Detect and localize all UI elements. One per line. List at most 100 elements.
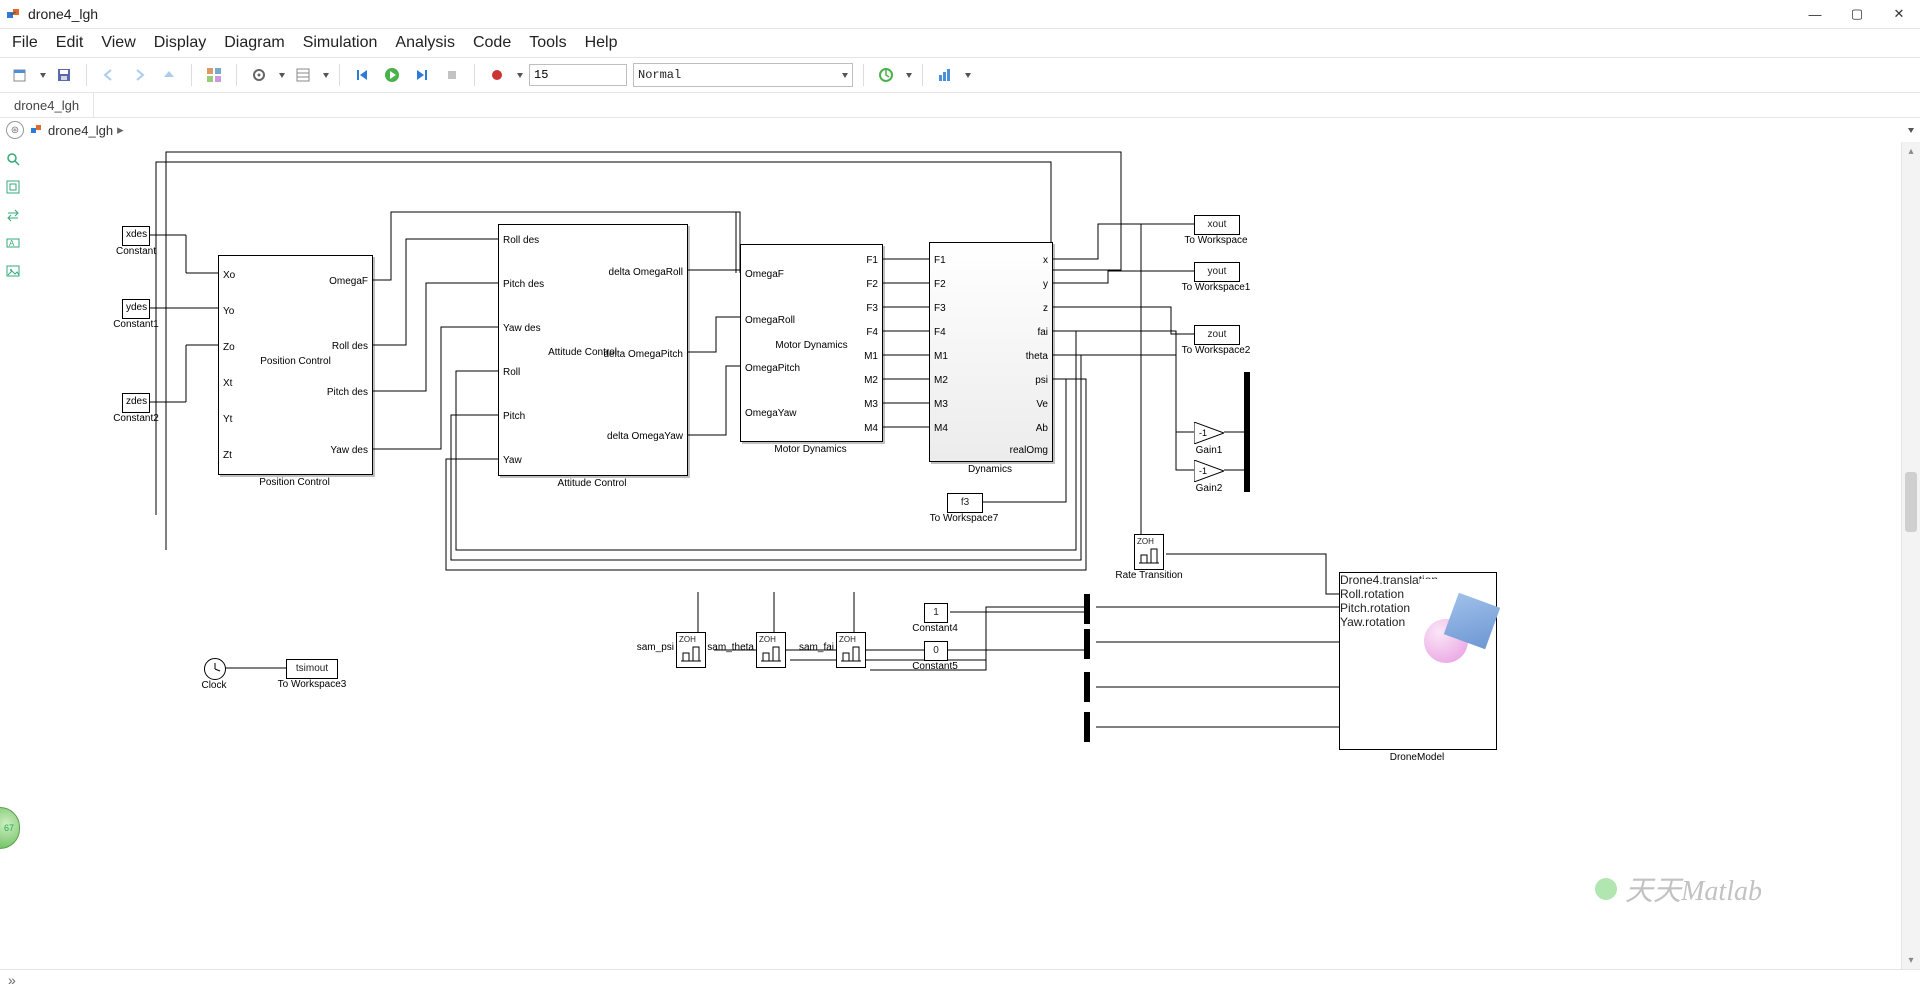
menu-code[interactable]: Code bbox=[473, 34, 511, 52]
clock-block[interactable] bbox=[204, 658, 226, 680]
to-workspace-yout[interactable]: yout bbox=[1194, 262, 1240, 282]
constant-ydes-block[interactable]: ydes bbox=[122, 299, 150, 319]
config-dropdown[interactable] bbox=[279, 73, 285, 78]
data-inspector-dropdown[interactable] bbox=[965, 73, 971, 78]
save-button[interactable] bbox=[52, 63, 76, 87]
fast-restart-button[interactable] bbox=[874, 63, 898, 87]
record-dropdown[interactable] bbox=[517, 73, 523, 78]
position-control-label: Position Control bbox=[218, 477, 371, 488]
to-workspace-tsimout[interactable]: tsimout bbox=[286, 659, 338, 679]
motor-dynamics-label: Motor Dynamics bbox=[740, 444, 881, 455]
data-inspector-button[interactable] bbox=[933, 63, 957, 87]
mux-block[interactable] bbox=[1244, 372, 1250, 492]
dynamics-block[interactable]: F1 F2 F3 F4 M1 M2 M3 M4 x y z fai theta … bbox=[929, 242, 1053, 462]
gain1-label: Gain1 bbox=[1186, 445, 1232, 456]
breadcrumb-bar: ⊛ drone4_lgh ▸ bbox=[0, 118, 1920, 142]
canvas[interactable]: xdes Constant ydes Constant1 zdes Consta… bbox=[26, 142, 1902, 969]
to-workspace-f3[interactable]: f3 bbox=[947, 493, 983, 513]
rate-transition-label: Rate Transition bbox=[1114, 570, 1184, 581]
to-workspace-zout[interactable]: zout bbox=[1194, 325, 1240, 345]
mux2-block[interactable] bbox=[1084, 594, 1090, 624]
annotation-icon[interactable]: A bbox=[4, 234, 22, 252]
record-button[interactable] bbox=[485, 63, 509, 87]
menu-file[interactable]: File bbox=[12, 34, 38, 52]
svg-text:A: A bbox=[9, 239, 15, 248]
to-workspace-xout[interactable]: xout bbox=[1194, 215, 1240, 235]
scroll-up-icon[interactable]: ▴ bbox=[1902, 142, 1920, 160]
constant-zdes-block[interactable]: zdes bbox=[122, 393, 150, 413]
mux4-block[interactable] bbox=[1084, 672, 1090, 702]
nav-collapse-button[interactable]: ⊛ bbox=[6, 121, 24, 139]
simulation-mode-select[interactable]: Normal bbox=[633, 63, 853, 87]
new-model-dropdown[interactable] bbox=[40, 73, 46, 78]
attitude-control-block[interactable]: Roll des Pitch des Yaw des Roll Pitch Ya… bbox=[498, 224, 688, 476]
ready-badge[interactable]: 67 bbox=[0, 807, 20, 849]
menu-edit[interactable]: Edit bbox=[56, 34, 84, 52]
menu-display[interactable]: Display bbox=[154, 34, 206, 52]
menu-view[interactable]: View bbox=[101, 34, 135, 52]
simulink-logo-icon bbox=[6, 6, 22, 22]
simulation-mode-value: Normal bbox=[638, 68, 681, 82]
sam-theta-label: sam_theta bbox=[702, 642, 754, 653]
rate-transition-block[interactable]: ZOH bbox=[1134, 534, 1164, 570]
constant5-label: Constant5 bbox=[906, 661, 964, 672]
fit-icon[interactable] bbox=[4, 178, 22, 196]
model-explorer-button[interactable] bbox=[291, 63, 315, 87]
swap-icon[interactable] bbox=[4, 206, 22, 224]
sam-theta-block[interactable]: ZOH bbox=[756, 632, 786, 668]
step-back-button[interactable] bbox=[350, 63, 374, 87]
maximize-button[interactable]: ▢ bbox=[1850, 7, 1864, 21]
menu-tools[interactable]: Tools bbox=[529, 34, 566, 52]
menu-help[interactable]: Help bbox=[585, 34, 618, 52]
search-icon[interactable] bbox=[4, 150, 22, 168]
stop-button[interactable] bbox=[440, 63, 464, 87]
sam-psi-label: sam_psi bbox=[628, 642, 674, 653]
constant-xdes-label: Constant bbox=[108, 246, 164, 257]
clock-label: Clock bbox=[194, 680, 234, 691]
gain2-label: Gain2 bbox=[1186, 483, 1232, 494]
constant5-block[interactable]: 0 bbox=[924, 641, 948, 661]
gain2-block[interactable]: -1 bbox=[1194, 460, 1224, 482]
constant4-block[interactable]: 1 bbox=[924, 603, 948, 623]
fast-restart-dropdown[interactable] bbox=[906, 73, 912, 78]
to-workspace-tsimout-label: To Workspace3 bbox=[272, 679, 352, 690]
menu-simulation[interactable]: Simulation bbox=[303, 34, 378, 52]
image-icon[interactable] bbox=[4, 262, 22, 280]
config-button[interactable] bbox=[247, 63, 271, 87]
vr-sink-block[interactable]: Drone4.translation Roll.rotation Pitch.r… bbox=[1339, 572, 1497, 750]
vertical-scrollbar[interactable]: ▴ ▾ bbox=[1901, 142, 1920, 969]
breadcrumb-dropdown[interactable] bbox=[1908, 128, 1914, 133]
watermark-text: 天天Matlab bbox=[1625, 869, 1762, 909]
minimize-button[interactable]: — bbox=[1808, 7, 1822, 21]
model-explorer-dropdown[interactable] bbox=[323, 73, 329, 78]
sam-fai-block[interactable]: ZOH bbox=[836, 632, 866, 668]
mux5-block[interactable] bbox=[1084, 712, 1090, 742]
position-control-block[interactable]: Xo Yo Zo Xt Yt Zt OmegaF Roll des Pitch … bbox=[218, 255, 373, 475]
breadcrumb-chevron-icon[interactable]: ▸ bbox=[117, 122, 124, 138]
window-controls: — ▢ ✕ bbox=[1808, 7, 1914, 21]
motor-dynamics-block[interactable]: OmegaF OmegaRoll OmegaPitch OmegaYaw F1 … bbox=[740, 244, 883, 442]
status-expand-button[interactable]: » bbox=[8, 972, 16, 985]
new-model-button[interactable] bbox=[8, 63, 32, 87]
mux3-block[interactable] bbox=[1084, 629, 1090, 659]
attitude-control-title: Attitude Control bbox=[499, 347, 617, 358]
stop-time-input[interactable] bbox=[529, 64, 627, 86]
scroll-thumb[interactable] bbox=[1905, 472, 1917, 532]
forward-button[interactable] bbox=[127, 63, 151, 87]
gain1-block[interactable]: -1 bbox=[1194, 422, 1224, 444]
breadcrumb-root[interactable]: drone4_lgh bbox=[48, 123, 113, 138]
back-button[interactable] bbox=[97, 63, 121, 87]
menu-analysis[interactable]: Analysis bbox=[395, 34, 455, 52]
scroll-down-icon[interactable]: ▾ bbox=[1902, 951, 1920, 969]
model-tab[interactable]: drone4_lgh bbox=[0, 93, 94, 117]
menu-diagram[interactable]: Diagram bbox=[224, 34, 284, 52]
up-button[interactable] bbox=[157, 63, 181, 87]
dynamics-label: Dynamics bbox=[929, 464, 1051, 475]
position-control-title: Position Control bbox=[219, 356, 372, 367]
run-button[interactable] bbox=[380, 63, 404, 87]
close-button[interactable]: ✕ bbox=[1892, 7, 1906, 21]
watermark: 天天Matlab bbox=[1595, 869, 1762, 909]
step-forward-button[interactable] bbox=[410, 63, 434, 87]
constant-xdes-block[interactable]: xdes bbox=[122, 226, 150, 246]
library-browser-button[interactable] bbox=[202, 63, 226, 87]
